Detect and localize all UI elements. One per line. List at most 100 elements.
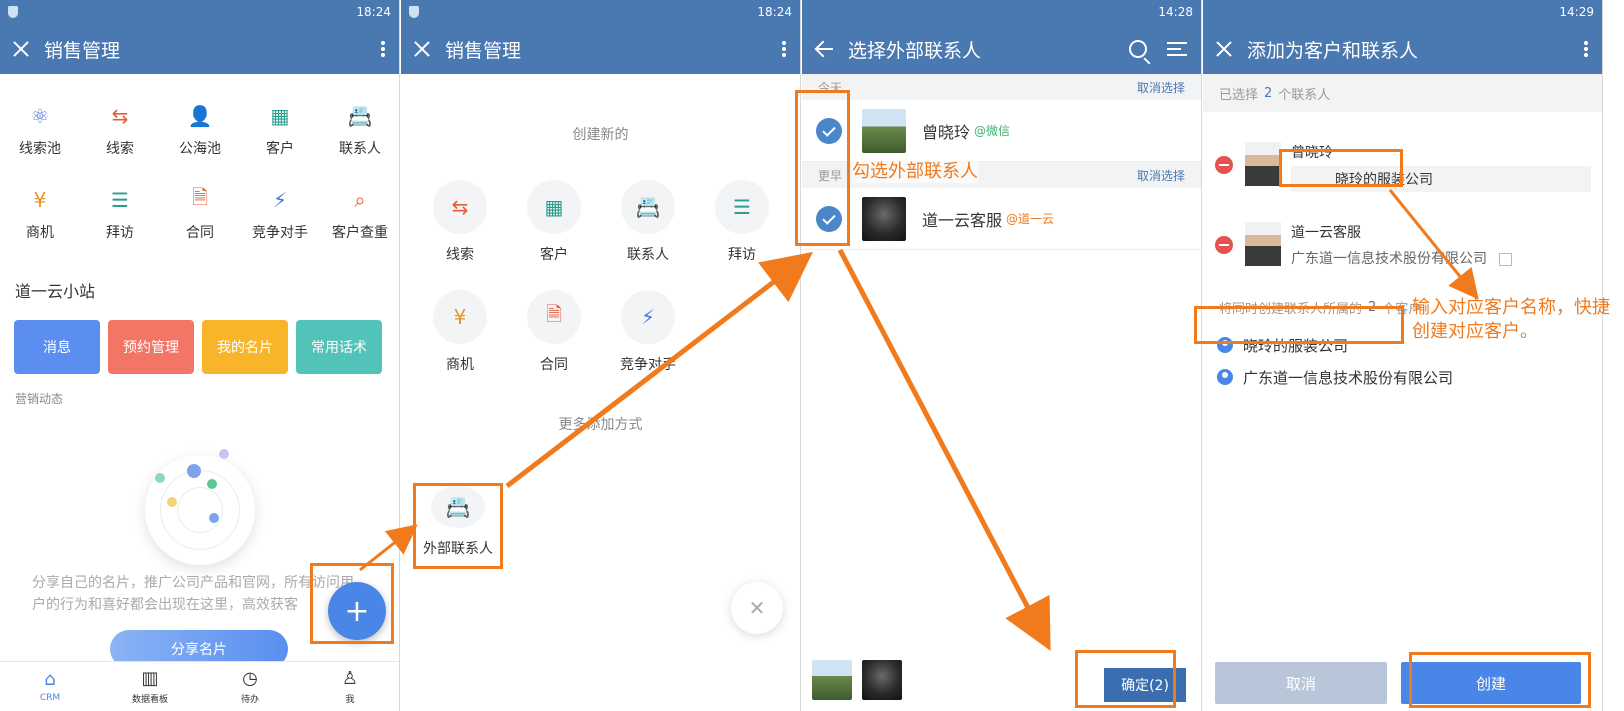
highlight-checks	[795, 90, 850, 246]
close-icon[interactable]	[12, 40, 30, 58]
nodes-icon: ⚛	[31, 104, 49, 128]
module-0[interactable]: ⚛ 线索池	[0, 102, 80, 158]
module-4[interactable]: 📇 联系人	[320, 102, 399, 158]
avatar[interactable]	[862, 660, 902, 700]
search-icon[interactable]	[1129, 40, 1147, 58]
document-icon: 🗎	[527, 290, 581, 344]
chat-note-icon: ☰	[111, 188, 129, 212]
selected-suffix: 个联系人	[1278, 87, 1331, 103]
module-3[interactable]: ▦ 客户	[240, 102, 320, 158]
nav-label: 待办	[240, 694, 259, 705]
filter-icon[interactable]	[1167, 42, 1187, 56]
nav-item-1[interactable]: ▥ 数据看板	[100, 662, 200, 711]
yen-coin-icon: ¥	[33, 188, 47, 212]
user-list-icon: 👤	[187, 104, 213, 128]
create-item-5[interactable]: 🗎 合同	[507, 290, 601, 374]
shield-icon	[409, 6, 419, 18]
avatar	[1245, 222, 1281, 266]
module-8[interactable]: ⚡ 竞争对手	[240, 186, 320, 242]
document-icon: 🗎	[191, 185, 209, 209]
external-contact-item[interactable]: 📇 外部联系人	[413, 483, 503, 569]
avatar[interactable]	[812, 660, 852, 700]
app-bar: 选择外部联系人	[802, 24, 1201, 74]
status-bar: 14:28	[802, 0, 1201, 24]
create-caption: 创建新的	[572, 127, 629, 143]
user-search-icon: ⌕	[354, 188, 366, 212]
create-item-1[interactable]: ▦ 客户	[507, 180, 601, 264]
person-company[interactable]: 广东道一信息技术股份有限公司	[1291, 248, 1602, 268]
nav-item-3[interactable]: ♙ 我	[300, 662, 399, 711]
app-bar: 销售管理	[401, 24, 800, 74]
remove-icon[interactable]	[1215, 236, 1233, 254]
more-icon[interactable]	[1584, 40, 1588, 58]
create-label: 合同	[540, 357, 568, 373]
create-item-6[interactable]: ⚡ 竞争对手	[601, 290, 695, 374]
create-item-2[interactable]: 📇 联系人	[601, 180, 695, 264]
edit-icon[interactable]	[1499, 252, 1513, 266]
module-label: 拜访	[106, 225, 134, 241]
tile-1[interactable]: 预约管理	[108, 320, 194, 374]
person-row: 道一云客服 广东道一信息技术股份有限公司	[1203, 210, 1602, 290]
status-bar: 14:29	[1203, 0, 1602, 24]
close-icon[interactable]	[1215, 40, 1233, 58]
customer-row: 广东道一信息技术股份有限公司	[1203, 364, 1602, 390]
tile-2[interactable]: 我的名片	[202, 320, 288, 374]
avatar	[1245, 142, 1281, 186]
create-item-3[interactable]: ☰ 拜访	[695, 180, 789, 264]
chat-note-icon: ☰	[715, 180, 769, 234]
create-item-4[interactable]: ¥ 商机	[413, 290, 507, 374]
status-time: 18:24	[757, 5, 792, 19]
cancel-selection-link[interactable]: 取消选择	[1137, 167, 1185, 184]
external-contact-label: 外部联系人	[423, 541, 493, 557]
create-item-0[interactable]: ⇆ 线索	[413, 180, 507, 264]
module-label: 公海池	[179, 141, 221, 157]
tile-0[interactable]: 消息	[14, 320, 100, 374]
module-grid: ⚛ 线索池 ⇆ 线索 👤 公海池 ▦ 客户 📇 联系人 ¥ 商机 ☰ 拜访 🗎 合同 ⚡ 竞争对手 ⌕ 客户查重	[0, 74, 399, 242]
module-6[interactable]: ☰ 拜访	[80, 186, 160, 242]
person-company-text: 广东道一信息技术股份有限公司	[1291, 251, 1487, 267]
contact-card-icon: 📇	[347, 104, 373, 128]
close-icon[interactable]	[413, 40, 431, 58]
module-7[interactable]: 🗎 合同	[160, 185, 240, 242]
contact-source-tag: @道一云	[1006, 212, 1055, 226]
tile-row: 消息 预约管理 我的名片 常用话术	[0, 320, 399, 374]
highlight-create	[1409, 652, 1591, 708]
bottom-nav: ⌂ CRM ▥ 数据看板 ◷ 待办 ♙ 我	[0, 661, 399, 711]
more-icon[interactable]	[381, 40, 385, 58]
module-2[interactable]: 👤 公海池	[160, 102, 240, 158]
more-icon[interactable]	[782, 40, 786, 58]
highlight-customer	[1194, 306, 1404, 344]
module-label: 线索池	[19, 141, 61, 157]
status-time: 14:29	[1559, 5, 1594, 19]
remove-icon[interactable]	[1215, 156, 1233, 174]
create-label: 客户	[540, 247, 568, 263]
home-icon: ⌂	[44, 669, 56, 690]
nav-item-0[interactable]: ⌂ CRM	[0, 662, 100, 711]
nav-label: 数据看板	[131, 694, 168, 705]
module-5[interactable]: ¥ 商机	[0, 186, 80, 242]
nav-item-2[interactable]: ◷ 待办	[200, 662, 300, 711]
module-label: 客户	[266, 141, 294, 157]
contact-name: 曾晓玲	[922, 122, 971, 142]
module-9[interactable]: ⌕ 客户查重	[320, 186, 399, 242]
nav-label: 我	[345, 694, 355, 705]
module-1[interactable]: ⇆ 线索	[80, 102, 160, 158]
contact-row[interactable]: 道一云客服 @道一云	[802, 188, 1201, 250]
panel-select-contacts: 14:28 选择外部联系人 今天 取消选择 曾晓玲 @微信 更早 取消选择 道一…	[802, 0, 1202, 711]
contact-row[interactable]: 曾晓玲 @微信	[802, 100, 1201, 162]
clock-icon: ◷	[242, 667, 258, 689]
module-label: 商机	[26, 225, 54, 241]
status-bar: 18:24	[0, 0, 399, 24]
back-icon[interactable]	[814, 39, 834, 59]
create-label: 商机	[446, 357, 474, 373]
cancel-button[interactable]: 取消	[1215, 662, 1387, 704]
tile-3[interactable]: 常用话术	[296, 320, 382, 374]
section-title: 道一云小站	[15, 282, 96, 301]
create-grid: ⇆ 线索 ▦ 客户 📇 联系人 ☰ 拜访 ¥ 商机 🗎 合同 ⚡ 竞争对手	[401, 180, 800, 374]
route-icon: ⇆	[433, 180, 487, 234]
highlight-company-input	[1279, 149, 1403, 187]
cancel-selection-link[interactable]: 取消选择	[1137, 79, 1185, 96]
create-label: 竞争对手	[620, 357, 676, 373]
customer-icon	[1217, 369, 1233, 385]
close-fab-button[interactable]: ✕	[731, 582, 783, 634]
